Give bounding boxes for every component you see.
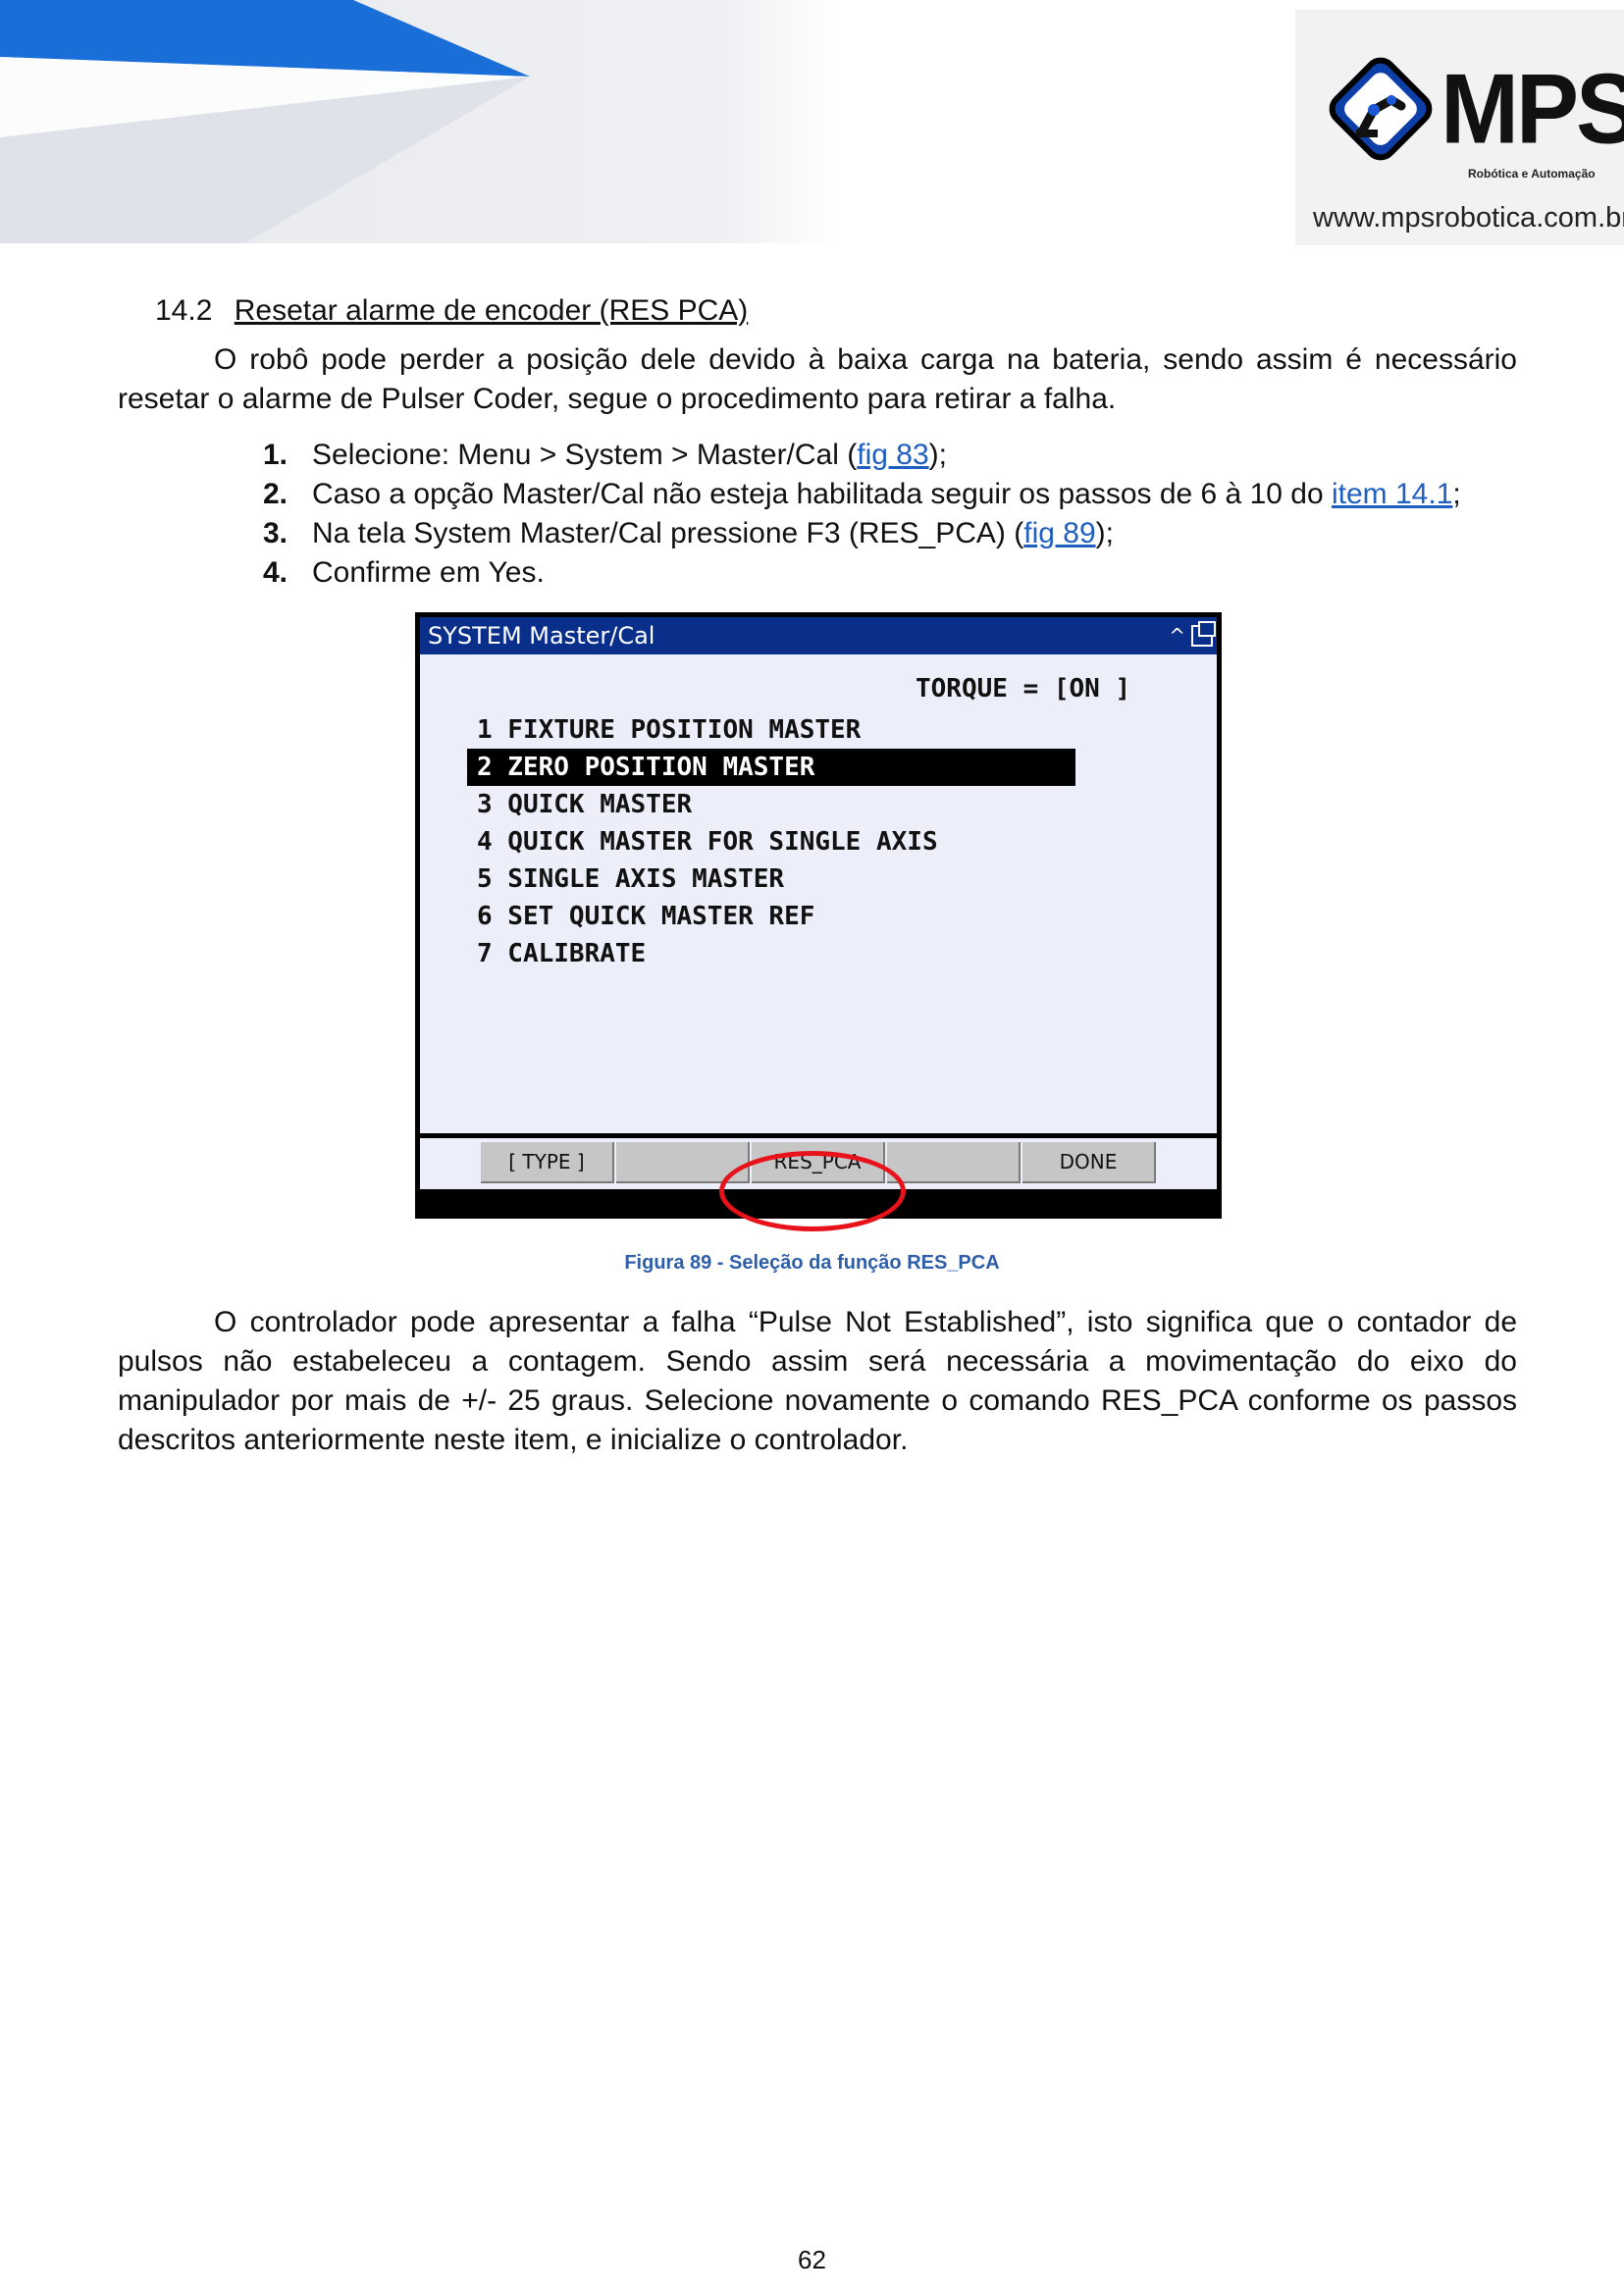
step-number: 4. — [263, 556, 288, 589]
closing-paragraph-text: O controlador pode apresentar a falha “P… — [118, 1306, 1517, 1456]
list-item: 1. Selecione: Menu > System > Master/Cal… — [263, 436, 1461, 475]
teach-pendant-screenshot: SYSTEM Master/Cal ^ TORQUE = [ON ] 1 FIX… — [415, 612, 1222, 1219]
f4-button[interactable] — [887, 1142, 1021, 1183]
header-banner — [0, 0, 844, 243]
item-14-1-link[interactable]: item 14.1 — [1332, 478, 1452, 510]
logo-wordmark: MPS — [1441, 54, 1624, 165]
website-url: www.mpsrobotica.com.br — [1313, 202, 1624, 234]
fig-89-link[interactable]: fig 89 — [1023, 517, 1095, 549]
section-title: Resetar alarme de encoder (RES PCA) — [234, 294, 749, 327]
menu-item-zero-position-master[interactable]: 2 ZERO POSITION MASTER — [467, 749, 1075, 786]
menu-item-set-quick-master-ref[interactable]: 6 SET QUICK MASTER REF — [467, 898, 1075, 935]
robot-arm-logo-icon — [1329, 57, 1433, 161]
steps-list: 1. Selecione: Menu > System > Master/Cal… — [263, 436, 1461, 593]
menu-item-fixture-position-master[interactable]: 1 FIXTURE POSITION MASTER — [467, 711, 1075, 749]
logo-subtitle: Robótica e Automação — [1468, 167, 1596, 181]
step-text: Na tela System Master/Cal pressione F3 (… — [312, 517, 1114, 549]
company-logo: MPS Robótica e Automação www.mpsrobotica… — [1295, 10, 1624, 245]
pendant-body: TORQUE = [ON ] 1 FIXTURE POSITION MASTER… — [420, 654, 1217, 1133]
highlight-circle — [719, 1151, 906, 1231]
step-text: Caso a opção Master/Cal não esteja habil… — [312, 478, 1461, 510]
section-number: 14.2 — [155, 294, 213, 327]
intro-paragraph-text: O robô pode perder a posição dele devido… — [118, 343, 1517, 415]
intro-paragraph: O robô pode perder a posição dele devido… — [118, 340, 1517, 419]
f5-done-button[interactable]: DONE — [1022, 1142, 1156, 1183]
figure-caption: Figura 89 - Seleção da função RES_PCA — [624, 1252, 1000, 1274]
step-text: Selecione: Menu > System > Master/Cal (f… — [312, 439, 947, 471]
list-item: 2. Caso a opção Master/Cal não esteja ha… — [263, 475, 1461, 514]
list-item: 4. Confirme em Yes. — [263, 553, 1461, 593]
page-number: 62 — [798, 2245, 826, 2274]
menu-item-quick-master-single-axis[interactable]: 4 QUICK MASTER FOR SINGLE AXIS — [467, 823, 1075, 861]
caret-up-icon[interactable]: ^ — [1169, 623, 1185, 649]
menu-item-single-axis-master[interactable]: 5 SINGLE AXIS MASTER — [467, 861, 1075, 898]
menu-item-calibrate[interactable]: 7 CALIBRATE — [467, 935, 1075, 972]
window-restore-icon[interactable] — [1191, 621, 1216, 647]
step-number: 1. — [263, 439, 288, 471]
section-heading: 14.2 Resetar alarme de encoder (RES PCA) — [155, 294, 748, 328]
list-item: 3. Na tela System Master/Cal pressione F… — [263, 514, 1461, 553]
step-number: 3. — [263, 517, 288, 549]
fig-83-link[interactable]: fig 83 — [857, 439, 928, 471]
master-cal-menu: 1 FIXTURE POSITION MASTER 2 ZERO POSITIO… — [467, 711, 1075, 972]
step-number: 2. — [263, 478, 288, 510]
torque-status: TORQUE = [ON ] — [916, 674, 1131, 704]
window-controls: ^ — [1169, 621, 1216, 649]
f1-type-button[interactable]: [ TYPE ] — [481, 1142, 614, 1183]
pendant-titlebar: SYSTEM Master/Cal ^ — [420, 617, 1217, 654]
closing-paragraph: O controlador pode apresentar a falha “P… — [118, 1303, 1517, 1460]
menu-item-quick-master[interactable]: 3 QUICK MASTER — [467, 786, 1075, 823]
step-text: Confirme em Yes. — [312, 556, 545, 589]
pendant-title: SYSTEM Master/Cal — [428, 622, 655, 650]
